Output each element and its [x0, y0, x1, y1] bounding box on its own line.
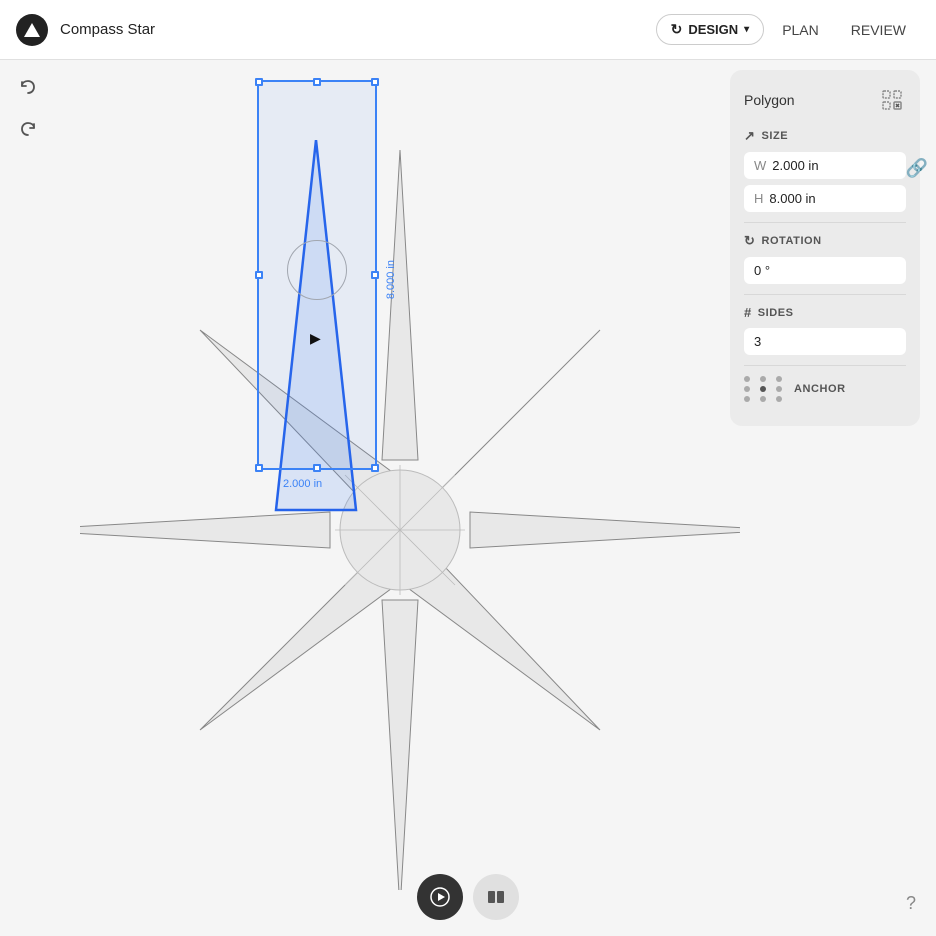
bottom-toolbar	[417, 874, 519, 920]
review-button[interactable]: REVIEW	[837, 14, 920, 46]
plan-button[interactable]: PLAN	[768, 14, 833, 46]
undo-button[interactable]	[10, 70, 46, 106]
header-nav: ↻ DESIGN ▾ PLAN REVIEW	[656, 14, 920, 46]
header: Compass Star ↻ DESIGN ▾ PLAN REVIEW	[0, 0, 936, 60]
lock-link-icon[interactable]: 🔗	[906, 158, 928, 178]
compass-star-container[interactable]	[80, 110, 740, 890]
sides-input-row[interactable]	[744, 328, 906, 355]
divider-2	[744, 294, 906, 295]
handle-top-center[interactable]	[313, 78, 321, 86]
compass-star-svg	[80, 110, 740, 890]
panel-options-button[interactable]	[878, 86, 906, 114]
left-toolbar	[10, 70, 46, 148]
help-button[interactable]: ?	[906, 893, 916, 914]
design-label: DESIGN	[688, 22, 738, 37]
height-input-row[interactable]: H	[744, 185, 906, 212]
anchor-icon	[744, 376, 788, 402]
sides-input[interactable]	[754, 334, 930, 349]
width-input-row[interactable]: W	[744, 152, 906, 179]
hash-icon: #	[744, 305, 752, 320]
redo-button[interactable]	[10, 112, 46, 148]
sides-section-label: # SIDES	[744, 305, 906, 320]
rotation-input[interactable]	[754, 263, 930, 278]
anchor-section-label: ANCHOR	[744, 376, 906, 402]
split-button[interactable]	[473, 874, 519, 920]
rotation-input-row[interactable]	[744, 257, 906, 284]
right-panel: Polygon ↗ SIZE W 🔗 H ↻	[730, 70, 920, 426]
panel-title: Polygon	[744, 92, 795, 108]
handle-top-right[interactable]	[371, 78, 379, 86]
rotation-section-label: ↻ ROTATION	[744, 233, 906, 249]
dimension-height-label: 8.000 in	[385, 260, 397, 299]
height-input[interactable]	[769, 191, 936, 206]
rotation-icon: ↻	[744, 233, 755, 249]
rotation-handle[interactable]	[287, 240, 347, 300]
height-prefix: H	[754, 191, 763, 206]
handle-top-left[interactable]	[255, 78, 263, 86]
panel-header: Polygon	[744, 86, 906, 114]
divider-1	[744, 222, 906, 223]
design-button[interactable]: ↻ DESIGN ▾	[656, 14, 765, 45]
chevron-down-icon: ▾	[744, 24, 749, 35]
size-inputs: W 🔗 H	[744, 152, 906, 212]
size-section-label: ↗ SIZE	[744, 128, 906, 144]
play-button[interactable]	[417, 874, 463, 920]
divider-3	[744, 365, 906, 366]
refresh-icon: ↻	[671, 21, 683, 38]
resize-icon: ↗	[744, 128, 755, 144]
dimension-width-label: 2.000 in	[283, 478, 322, 490]
app-logo[interactable]	[16, 14, 48, 46]
app-title: Compass Star	[60, 21, 656, 38]
width-prefix: W	[754, 158, 766, 173]
cursor-icon: ▶	[310, 330, 321, 347]
